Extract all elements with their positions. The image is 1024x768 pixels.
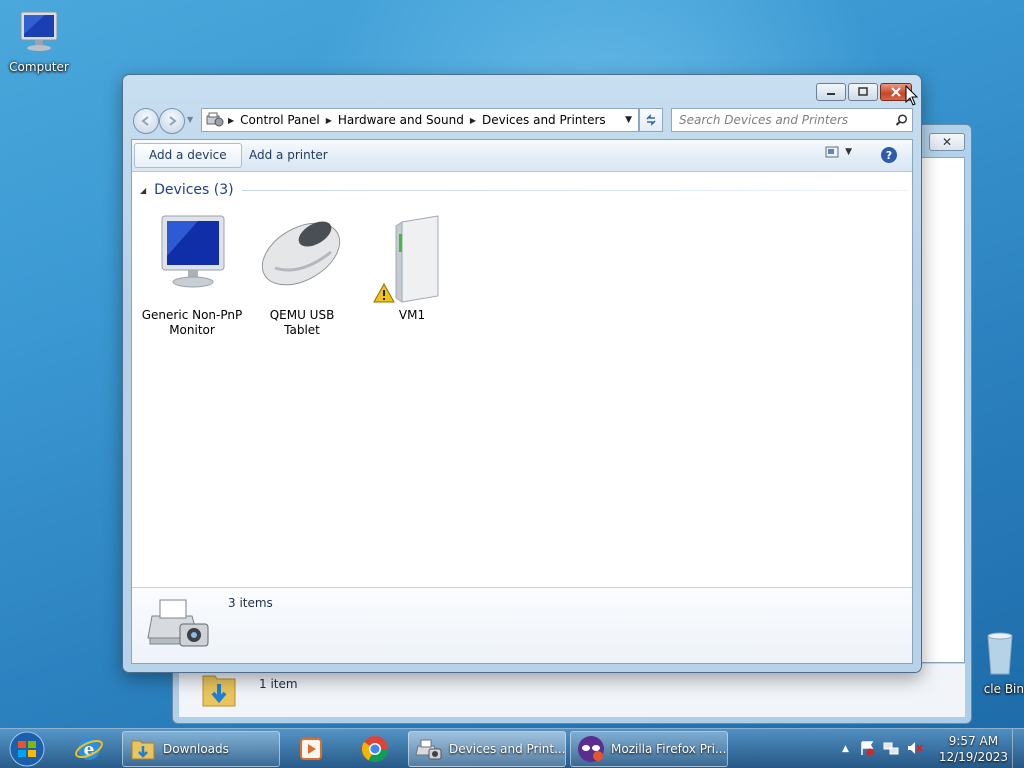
search-input[interactable] [672,113,890,127]
group-divider [241,189,908,191]
volume-muted-icon[interactable] [907,740,923,759]
command-bar: Add a device Add a printer ▼ ? [132,140,912,172]
desktop-icon-computer[interactable]: Computer [4,10,74,74]
minimize-button[interactable] [816,83,846,101]
devices-printers-icon [146,594,212,655]
firefox-private-icon [577,735,605,763]
download-folder-icon [201,670,237,711]
search-icon[interactable] [890,113,912,127]
taskbar-task-label: Devices and Print... [449,742,566,756]
refresh-button[interactable] [639,108,663,132]
internet-explorer-icon: e [75,738,103,760]
folder-icon [129,738,157,760]
taskbar: e Downloads Devices and Print... Mozilla… [0,728,1024,768]
help-icon: ? [881,147,897,163]
clock-time: 9:57 AM [948,734,999,748]
add-printer-button[interactable]: Add a printer [234,143,343,168]
taskbar-internet-explorer[interactable]: e [60,731,118,767]
taskbar-clock[interactable]: 9:57 AM 12/19/2023 [939,733,1008,765]
devices-and-printers-window[interactable]: ▼ ▶ Control Panel ▶ Hardware and Sound ▶… [122,74,922,673]
search-box[interactable] [671,108,913,132]
close-icon [891,87,901,97]
devices-view[interactable]: ◢ Devices (3) Generic Non-PnP Monitor QE… [132,172,912,587]
background-window-close-button[interactable]: ✕ [929,133,965,151]
window-caption-buttons [816,83,912,101]
background-window-item-count: 1 item [259,677,298,691]
forward-button[interactable] [159,108,185,134]
address-bar[interactable]: ▶ Control Panel ▶ Hardware and Sound ▶ D… [201,108,639,132]
address-dropdown-icon[interactable]: ▼ [619,115,638,125]
network-icon[interactable] [883,740,899,759]
view-icon [825,146,839,158]
monitor-icon [140,212,244,308]
computer-tower-icon [360,212,464,308]
clock-date: 12/19/2023 [938,750,1008,764]
devices-printers-small-icon [202,111,228,130]
recycle-bin-icon [976,630,1024,679]
devices-group-title: Devices (3) [154,182,234,198]
taskbar-task-label: Downloads [163,742,229,756]
forward-arrow-icon [169,116,177,126]
devices-group-header[interactable]: ◢ Devices (3) [140,182,908,198]
back-arrow-icon [141,116,149,126]
device-item-vm1[interactable]: VM1 [360,212,464,323]
breadcrumb-control-panel[interactable]: Control Panel [234,113,326,127]
svg-text:?: ? [886,149,892,162]
device-label: QEMU USB [269,308,335,322]
change-view-button[interactable]: ▼ [825,146,852,158]
add-device-button[interactable]: Add a device [134,143,242,168]
breadcrumb-devices-and-printers[interactable]: Devices and Printers [476,113,612,127]
devices-printers-icon [415,737,443,761]
desktop-icon-label: Computer [9,60,69,74]
view-dropdown-icon[interactable]: ▼ [845,147,852,157]
collapse-triangle-icon[interactable]: ◢ [140,186,146,195]
breadcrumb-hardware-and-sound[interactable]: Hardware and Sound [332,113,470,127]
mouse-cursor-icon [905,84,919,110]
taskbar-downloads[interactable]: Downloads [122,731,280,767]
taskbar-media-player[interactable] [282,731,340,767]
restore-icon [858,87,868,96]
start-button[interactable] [4,730,50,768]
action-center-icon[interactable] [859,740,875,759]
show-hidden-icons-icon[interactable]: ▲ [842,744,849,754]
device-label: Tablet [284,323,320,337]
taskbar-firefox-private[interactable]: Mozilla Firefox Pri... [570,731,728,767]
window-client-area: Add a device Add a printer ▼ ? ◢ Devices… [131,139,913,664]
navigation-bar: ▼ ▶ Control Panel ▶ Hardware and Sound ▶… [131,107,913,134]
computer-icon [4,10,74,57]
device-label: VM1 [398,308,426,322]
taskbar-chrome[interactable] [346,731,404,767]
maximize-button[interactable] [848,83,878,101]
windows-logo-icon [9,731,45,767]
recent-pages-dropdown-icon[interactable]: ▼ [187,115,193,124]
device-item-monitor[interactable]: Generic Non-PnP Monitor [140,212,244,338]
minimize-icon [827,93,835,95]
media-player-icon [300,738,322,760]
chrome-icon [361,736,389,763]
help-button[interactable]: ? [880,146,898,167]
details-pane: 3 items [132,587,912,663]
device-item-tablet[interactable]: QEMU USB Tablet [250,212,354,338]
refresh-icon [646,114,656,126]
device-label: Generic Non-PnP [141,308,243,322]
device-label: Monitor [169,323,215,337]
taskbar-devices-and-printers[interactable]: Devices and Print... [408,731,566,767]
show-desktop-button[interactable] [1012,729,1024,768]
mouse-icon [250,212,354,308]
back-button[interactable] [133,108,159,134]
item-count: 3 items [228,596,273,610]
taskbar-task-label: Mozilla Firefox Pri... [611,742,727,756]
